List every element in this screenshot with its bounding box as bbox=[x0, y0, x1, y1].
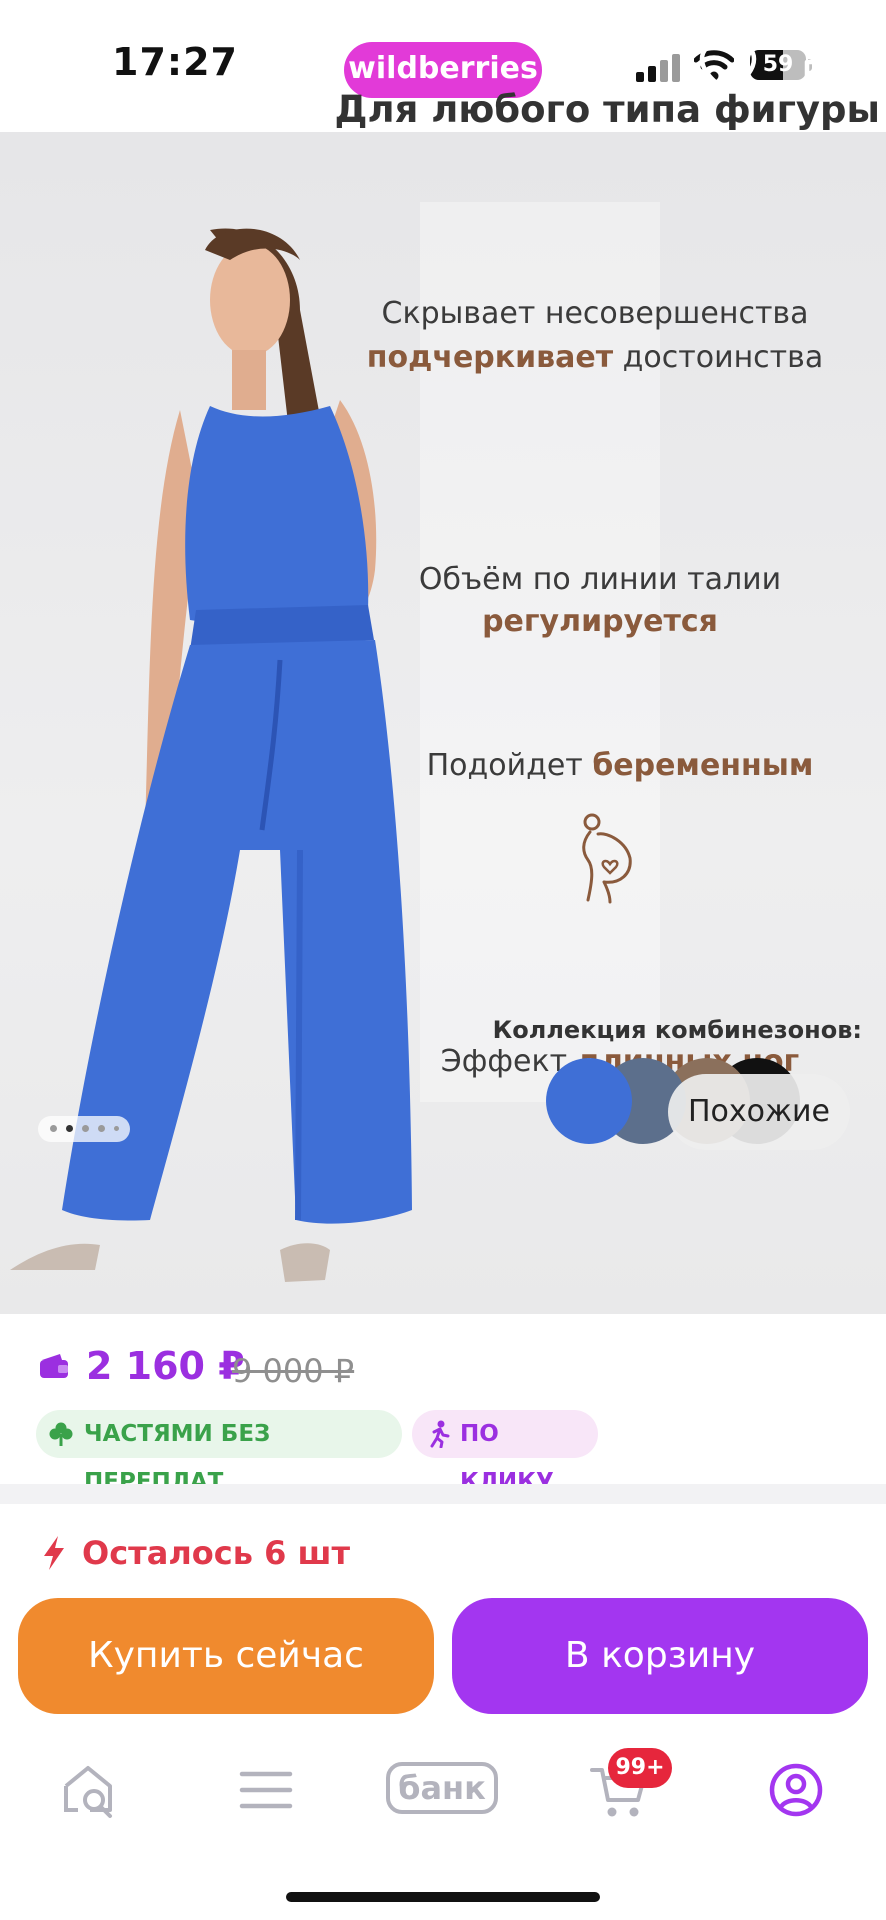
hero-pregnant-line: Подойдет беременным bbox=[400, 748, 840, 783]
hero-line-2-rest: достоинства bbox=[613, 340, 824, 375]
catalog-menu-icon[interactable] bbox=[236, 1760, 296, 1820]
hero-line-1: Скрывает несовершенства bbox=[381, 296, 809, 331]
old-price: 9 000 ₽ bbox=[232, 1352, 355, 1390]
buy-now-button[interactable]: Купить сейчас bbox=[18, 1598, 434, 1714]
gallery-pagination bbox=[38, 1116, 130, 1142]
bank-tab[interactable]: банк bbox=[386, 1762, 498, 1814]
lightning-icon bbox=[44, 1536, 64, 1570]
hero-pregnant-accent: беременным bbox=[592, 748, 814, 783]
hero-title: Для любого типа фигуры bbox=[334, 88, 880, 131]
hero-waist-line: Объём по линии талии bbox=[418, 562, 782, 597]
hero-pregnant-plain: Подойдет bbox=[426, 748, 593, 783]
current-price: 2 160 ₽ bbox=[86, 1344, 245, 1388]
hero-line-2-accent: подчеркивает bbox=[366, 340, 614, 375]
stock-remaining: Осталось 6 шт bbox=[82, 1534, 351, 1572]
hero-backdrop bbox=[420, 202, 660, 1102]
section-divider bbox=[0, 1484, 886, 1504]
home-indicator bbox=[286, 1892, 600, 1902]
product-model-image bbox=[10, 228, 412, 1282]
home-search-icon[interactable] bbox=[60, 1760, 120, 1820]
one-click-badge[interactable]: ПО КЛИКУ bbox=[412, 1410, 598, 1495]
cart-count-badge: 99+ bbox=[608, 1748, 672, 1788]
battery-icon: 59 bbox=[750, 50, 806, 80]
back-button[interactable] bbox=[36, 40, 86, 100]
battery-level: 59 bbox=[762, 52, 794, 77]
clover-icon bbox=[49, 1422, 73, 1446]
wallet-icon bbox=[40, 1354, 68, 1378]
hero-line-2: подчеркивает достоинства bbox=[340, 340, 850, 375]
status-time: 17:27 bbox=[112, 40, 238, 84]
add-to-cart-button[interactable]: В корзину bbox=[452, 1598, 868, 1714]
collection-title: Коллекция комбинезонов: bbox=[492, 1016, 862, 1044]
hero-waist-accent: регулируется bbox=[482, 604, 718, 639]
signal-icon bbox=[636, 52, 680, 82]
color-swatch-blue[interactable] bbox=[546, 1058, 632, 1144]
installments-badge[interactable]: ЧАСТЯМИ БЕЗ ПЕРЕПЛАТ bbox=[36, 1410, 402, 1495]
similar-button[interactable]: Похожие bbox=[668, 1074, 850, 1150]
profile-icon[interactable] bbox=[766, 1760, 826, 1820]
pregnancy-icon bbox=[582, 813, 632, 904]
running-person-icon bbox=[430, 1420, 450, 1448]
